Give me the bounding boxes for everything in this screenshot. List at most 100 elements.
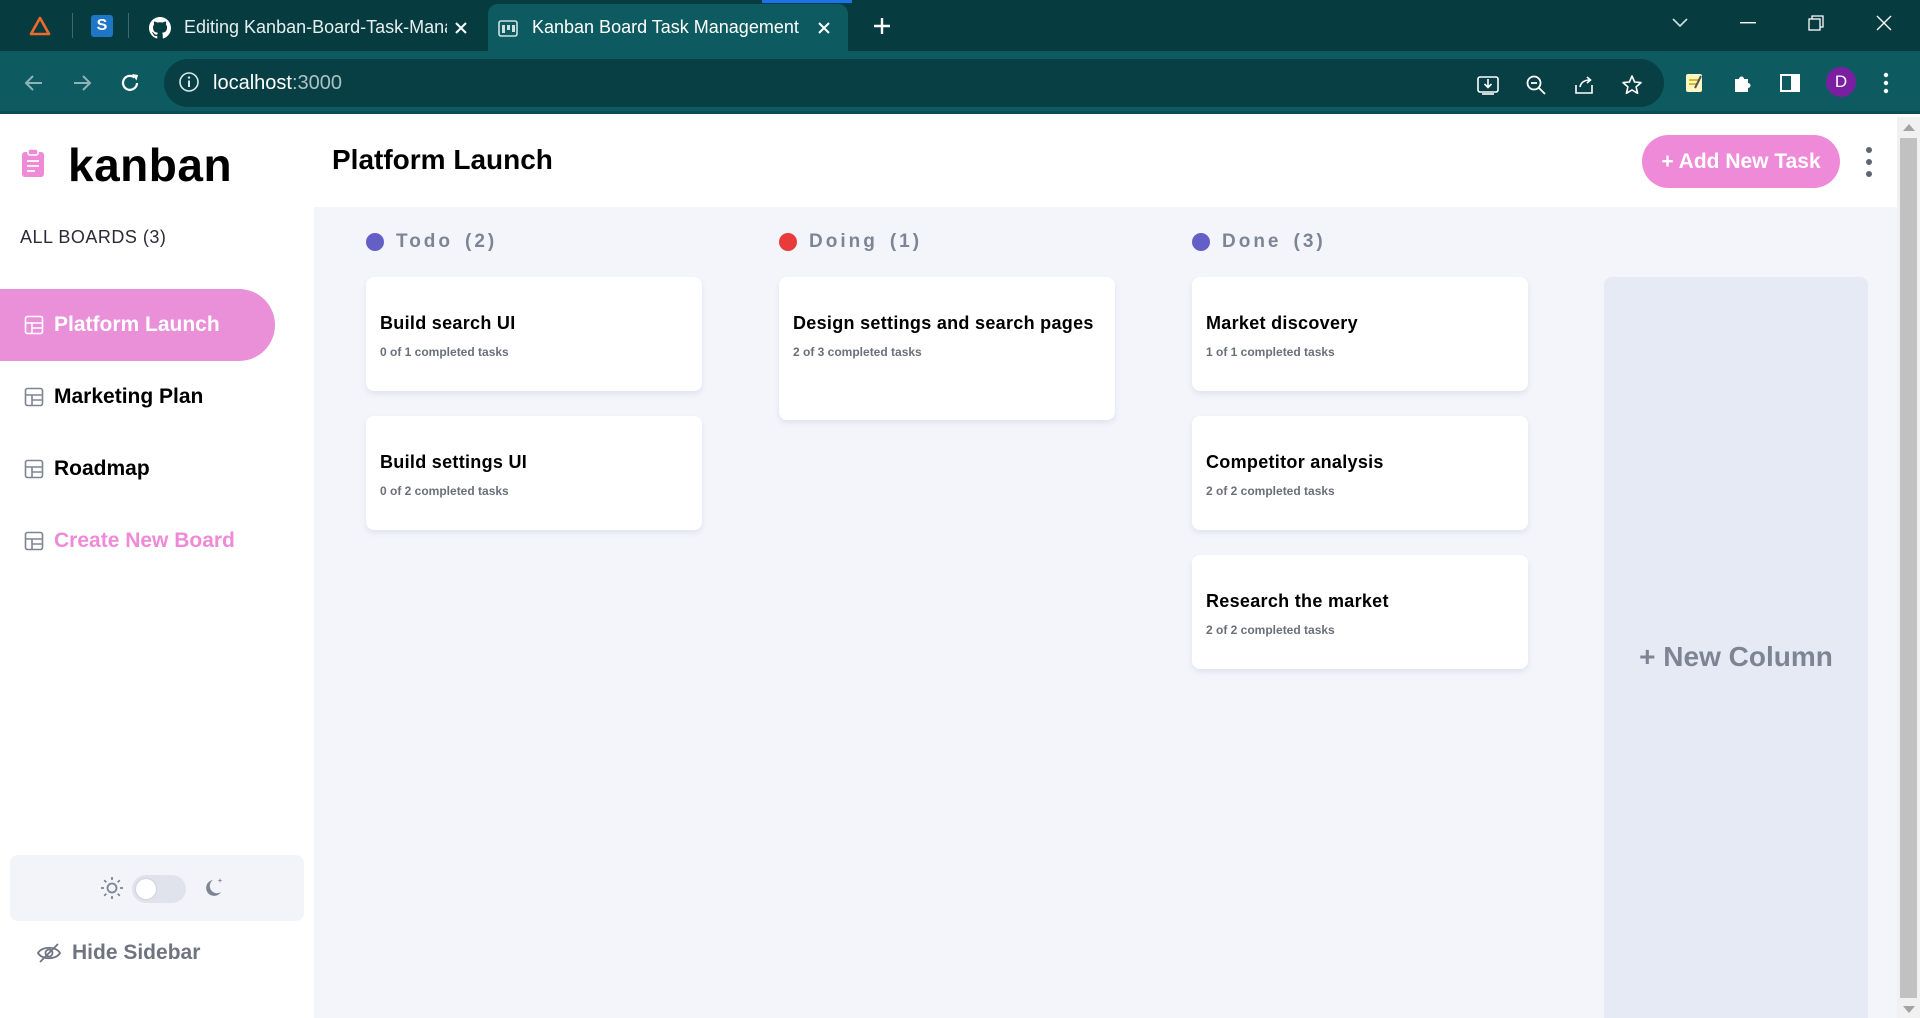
browser-tab-bar: S Editing Kanban-Board-Task-Management K… bbox=[0, 0, 1920, 51]
status-dot bbox=[779, 233, 797, 251]
close-icon[interactable] bbox=[810, 14, 838, 42]
task-title: Build settings UI bbox=[380, 452, 528, 472]
sun-icon bbox=[101, 877, 123, 899]
board-item-label: Platform Launch bbox=[54, 313, 220, 336]
moon-icon bbox=[206, 878, 223, 896]
browser-toolbar: localhost:3000 bbox=[0, 51, 1920, 114]
task-title: Market discovery bbox=[1206, 313, 1358, 333]
reload-icon[interactable] bbox=[112, 65, 148, 101]
theme-toggle[interactable] bbox=[132, 875, 186, 903]
scroll-up-arrow-icon[interactable] bbox=[1903, 124, 1915, 131]
add-new-task-button[interactable]: + Add New Task bbox=[1642, 135, 1840, 188]
tab-title: Editing Kanban-Board-Task-Management bbox=[184, 17, 447, 37]
create-new-board-button[interactable]: Create New Board bbox=[0, 505, 275, 577]
notes-extension-icon[interactable] bbox=[1676, 65, 1712, 101]
board-menu-icon[interactable] bbox=[1862, 147, 1876, 177]
close-window-icon[interactable] bbox=[1862, 6, 1906, 40]
hide-sidebar-button[interactable]: Hide Sidebar bbox=[36, 941, 200, 965]
task-title: Competitor analysis bbox=[1206, 452, 1384, 472]
task-card[interactable]: Market discovery 1 of 1 completed tasks bbox=[1192, 277, 1528, 391]
status-dot bbox=[1192, 233, 1210, 251]
task-card[interactable]: Design settings and search pages 2 of 3 … bbox=[779, 277, 1115, 420]
profile-avatar[interactable]: D bbox=[1826, 67, 1856, 97]
task-subtasks: 2 of 3 completed tasks bbox=[793, 345, 922, 359]
task-subtasks: 1 of 1 completed tasks bbox=[1206, 345, 1335, 359]
board-header: Platform Launch + Add New Task bbox=[314, 117, 1897, 207]
task-subtasks: 2 of 2 completed tasks bbox=[1206, 484, 1335, 498]
logo-text: kanban bbox=[68, 139, 233, 191]
task-card[interactable]: Build search UI 0 of 1 completed tasks bbox=[366, 277, 702, 391]
install-app-icon[interactable] bbox=[1474, 71, 1502, 99]
extensions-puzzle-icon[interactable] bbox=[1724, 65, 1760, 101]
back-arrow-icon[interactable] bbox=[16, 65, 52, 101]
status-dot bbox=[366, 233, 384, 251]
task-card[interactable]: Research the market 2 of 2 completed tas… bbox=[1192, 555, 1528, 669]
tab-loading-indicator bbox=[762, 0, 852, 3]
scrollbar-thumb[interactable] bbox=[1900, 138, 1917, 998]
kanban-app: kanban ALL BOARDS (3) Platform Launch Ma… bbox=[0, 117, 1897, 1018]
scroll-down-arrow-icon[interactable] bbox=[1903, 1006, 1915, 1013]
column-header: Todo (2) bbox=[366, 231, 497, 253]
zoom-out-icon[interactable] bbox=[1522, 71, 1550, 99]
column-header: Doing (1) bbox=[779, 231, 922, 253]
board-item-platform-launch[interactable]: Platform Launch bbox=[0, 289, 275, 361]
side-panel-icon[interactable] bbox=[1772, 65, 1808, 101]
forward-arrow-icon[interactable] bbox=[64, 65, 100, 101]
page-scrollbar[interactable] bbox=[1897, 117, 1920, 1018]
task-title: Research the market bbox=[1206, 591, 1389, 611]
board-item-label: Roadmap bbox=[54, 457, 150, 480]
board-icon bbox=[24, 459, 44, 479]
app-warning-icon[interactable] bbox=[24, 10, 56, 42]
column-name: Todo bbox=[396, 231, 454, 252]
page-title: Platform Launch bbox=[332, 144, 553, 175]
column-count: (1) bbox=[889, 231, 923, 252]
theme-switcher bbox=[10, 855, 304, 921]
task-subtasks: 0 of 1 completed tasks bbox=[380, 345, 509, 359]
board-icon bbox=[24, 387, 44, 407]
toggle-knob bbox=[136, 879, 156, 899]
chrome-menu-icon[interactable] bbox=[1868, 65, 1904, 101]
tab-title: Kanban Board Task Management bbox=[532, 17, 799, 37]
tab-separator bbox=[128, 13, 129, 38]
board-item-roadmap[interactable]: Roadmap bbox=[0, 433, 275, 505]
all-boards-heading: ALL BOARDS (3) bbox=[20, 227, 167, 247]
column-name: Doing bbox=[809, 231, 878, 252]
url-port: :3000 bbox=[291, 72, 342, 94]
kanban-favicon-icon bbox=[496, 16, 520, 40]
info-icon[interactable] bbox=[178, 71, 202, 95]
new-column-button[interactable]: + New Column bbox=[1604, 277, 1868, 1018]
create-board-label: Create New Board bbox=[54, 529, 235, 552]
restore-icon[interactable] bbox=[1794, 6, 1838, 40]
column-name: Done bbox=[1222, 231, 1282, 252]
board-item-marketing-plan[interactable]: Marketing Plan bbox=[0, 361, 275, 433]
address-bar[interactable]: localhost:3000 bbox=[164, 59, 1664, 107]
pinned-tab-s-icon[interactable]: S bbox=[86, 10, 118, 42]
tab-kanban-board[interactable]: Kanban Board Task Management bbox=[488, 4, 848, 51]
share-icon[interactable] bbox=[1570, 71, 1598, 99]
task-card[interactable]: Competitor analysis 2 of 2 completed tas… bbox=[1192, 416, 1528, 530]
board-columns: Todo (2) Build search UI 0 of 1 complete… bbox=[314, 207, 1897, 1018]
task-subtasks: 0 of 2 completed tasks bbox=[380, 484, 509, 498]
board-icon bbox=[24, 531, 44, 551]
url-host: localhost bbox=[213, 72, 292, 94]
hide-sidebar-label: Hide Sidebar bbox=[72, 941, 201, 964]
column-header: Done (3) bbox=[1192, 231, 1326, 253]
board-item-label: Marketing Plan bbox=[54, 385, 204, 408]
bookmark-star-icon[interactable] bbox=[1618, 71, 1646, 99]
task-title: Design settings and search pages bbox=[793, 313, 1094, 333]
tab-search-chevron-icon[interactable] bbox=[1658, 6, 1702, 40]
tab-separator bbox=[72, 13, 73, 38]
task-subtasks: 2 of 2 completed tasks bbox=[1206, 623, 1335, 637]
task-card[interactable]: Build settings UI 0 of 2 completed tasks bbox=[366, 416, 702, 530]
tab-github-editing[interactable]: Editing Kanban-Board-Task-Management bbox=[140, 4, 485, 51]
column-count: (2) bbox=[465, 231, 498, 252]
close-icon[interactable] bbox=[447, 14, 475, 42]
url-text[interactable]: localhost:3000 bbox=[213, 72, 342, 95]
kanban-logo-icon bbox=[20, 148, 46, 178]
eye-slash-icon bbox=[36, 943, 62, 963]
new-tab-icon[interactable] bbox=[866, 10, 898, 42]
column-count: (3) bbox=[1293, 231, 1326, 252]
task-title: Build search UI bbox=[380, 313, 516, 333]
minimize-icon[interactable] bbox=[1726, 6, 1770, 40]
sidebar: kanban ALL BOARDS (3) Platform Launch Ma… bbox=[0, 117, 314, 1018]
